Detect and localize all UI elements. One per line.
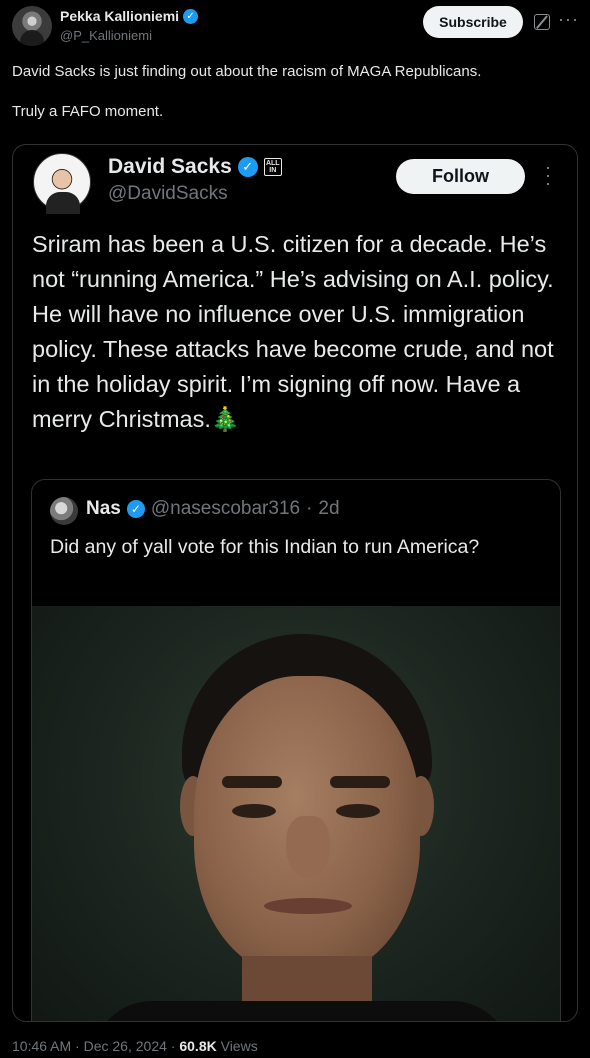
embedded-author-name[interactable]: David Sacks — [108, 155, 232, 179]
photo-brow — [222, 776, 282, 788]
photo-mouth — [264, 898, 352, 914]
follow-button[interactable]: Follow — [396, 159, 525, 194]
views-count[interactable]: 60.8K — [179, 1038, 216, 1054]
post-date[interactable]: Dec 26, 2024 — [84, 1038, 167, 1054]
more-options-icon[interactable]: ··· — [545, 158, 551, 192]
author-handle[interactable]: @P_Kallioniemi — [60, 28, 152, 43]
quoted-header: Nas ✓ @nasescobar316 · 2d — [86, 498, 340, 520]
photo-brow — [330, 776, 390, 788]
photo-shirt — [92, 1001, 512, 1021]
tweet-paragraph: David Sacks is just finding out about th… — [12, 63, 482, 80]
embedded-tweet-text: Sriram has been a U.S. citizen for a dec… — [32, 231, 554, 432]
photo-eye — [232, 804, 276, 818]
views-label: Views — [220, 1038, 258, 1054]
quoted-timestamp[interactable]: 2d — [318, 498, 339, 520]
quoted-author-handle[interactable]: @nasescobar316 — [151, 498, 300, 520]
quoted-author-name[interactable]: Nas — [86, 498, 121, 520]
author-name-row[interactable]: Pekka Kallioniemi ✓ — [60, 8, 199, 24]
verified-badge-icon: ✓ — [237, 157, 258, 177]
subscribe-button[interactable]: Subscribe — [423, 6, 523, 38]
separator-dot: · — [75, 1038, 84, 1054]
tweet-paragraph: Truly a FAFO moment. — [12, 103, 164, 120]
quoted-tweet[interactable]: Nas ✓ @nasescobar316 · 2d Did any of yal… — [31, 479, 561, 1021]
verified-badge-icon: ✓ — [126, 500, 145, 518]
quoted-avatar[interactable] — [50, 497, 78, 525]
tweet-text: David Sacks is just finding out about th… — [12, 62, 578, 142]
embedded-author-handle[interactable]: @DavidSacks — [108, 183, 228, 205]
verified-badge-icon: ✓ — [183, 8, 199, 24]
embedded-name-row[interactable]: David Sacks ✓ ALL IN — [108, 155, 282, 179]
author-name[interactable]: Pekka Kallioniemi — [60, 8, 179, 24]
photo-nose — [286, 816, 330, 878]
separator-dot: · — [306, 498, 313, 519]
quoted-photo[interactable] — [32, 606, 560, 1021]
page: Pekka Kallioniemi ✓ @P_Kallioniemi Subsc… — [0, 0, 590, 1058]
embedded-tweet-card[interactable]: David Sacks ✓ ALL IN @DavidSacks Follow … — [12, 144, 578, 1022]
avatar[interactable] — [12, 6, 52, 46]
photo-eye — [336, 804, 380, 818]
more-options-icon[interactable]: ··· — [558, 10, 579, 28]
tweet-footer: 10:46 AM · Dec 26, 2024 · 60.8K Views — [12, 1038, 258, 1054]
grok-icon[interactable] — [534, 14, 550, 30]
quoted-tweet-text: Did any of yall vote for this Indian to … — [50, 536, 480, 558]
embedded-avatar[interactable] — [33, 153, 91, 214]
tweet-header: Pekka Kallioniemi ✓ @P_Kallioniemi Subsc… — [12, 4, 578, 50]
affiliation-badge-icon: ALL IN — [263, 158, 282, 176]
post-time[interactable]: 10:46 AM — [12, 1038, 71, 1054]
